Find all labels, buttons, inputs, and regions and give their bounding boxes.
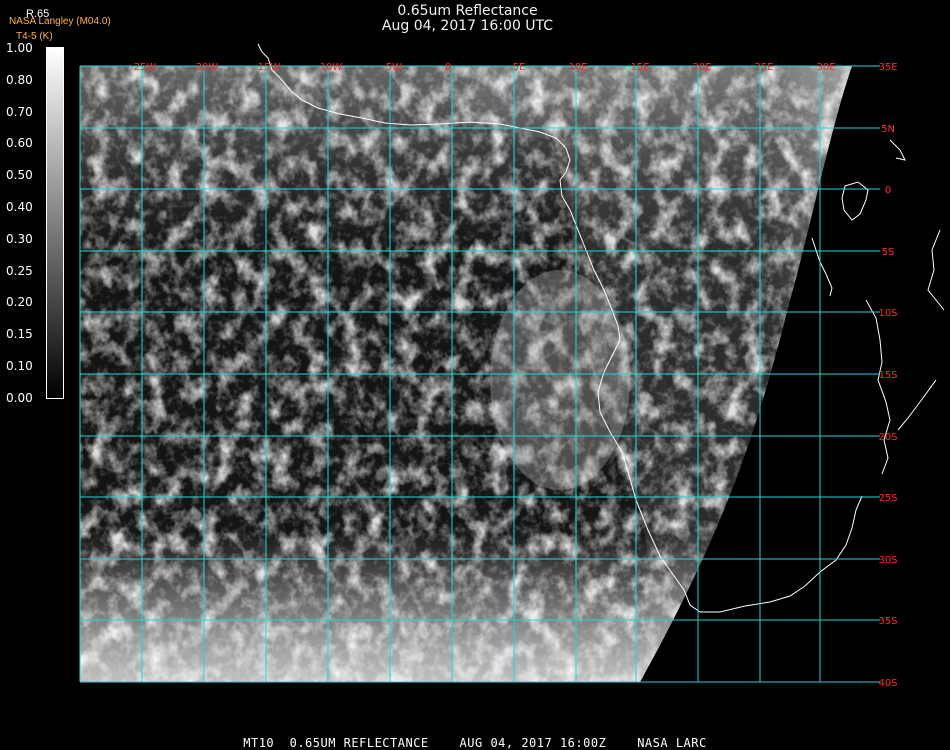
latitude-label: 35S (878, 616, 897, 627)
colorbar-tick: 0.80 (6, 72, 33, 87)
colorbar-tick: 0.00 (6, 390, 33, 405)
east-edge-coast (927, 229, 945, 311)
producer-label: NASA Langley (M04.0) (9, 16, 111, 27)
longitude-label: 10W (320, 62, 343, 73)
latitude-label: 0 (885, 185, 891, 196)
longitude-label: 5W (386, 62, 402, 73)
reflectance-colorbar (46, 47, 64, 399)
latitude-label: 30S (878, 555, 897, 566)
image-timestamp: Aug 04, 2017 16:00 UTC (381, 18, 554, 34)
longitude-label: 0 (445, 62, 451, 73)
longitude-label: 15E (630, 62, 649, 73)
lake-victoria-outline (811, 237, 833, 297)
earth-disk (80, 66, 852, 682)
latitude-label: 10S (878, 308, 897, 319)
colorbar-tick: 0.60 (6, 136, 33, 151)
longitude-label: 20E (692, 62, 711, 73)
latitude-label: 20S (878, 432, 897, 443)
longitude-label: 15W (258, 62, 281, 73)
latitude-label: 25S (878, 493, 897, 504)
longitude-label: 25E (754, 62, 773, 73)
image-title: 0.65um Reflectance (397, 3, 538, 19)
mozambique-channel-coast (865, 299, 891, 475)
satellite-image-panel: 25W 20W 15W 10W 5W 0 5E 10E 15E 20E 25E 30E 35E 5N 0 5… (0, 0, 950, 750)
colorbar-tick: 0.40 (6, 200, 33, 214)
colorbar-tick: 0.10 (6, 359, 33, 373)
longitude-label: 25W (134, 62, 157, 73)
colorbar-tick: 0.30 (6, 231, 33, 246)
latitude-label: 5N (881, 124, 895, 135)
longitude-label: 10E (568, 62, 587, 73)
madagascar-coast (841, 181, 869, 221)
longitude-label: 20W (196, 62, 219, 73)
colorbar-tick: 0.70 (6, 104, 33, 119)
east-coast-fragment (889, 139, 906, 161)
colorbar-tick: 0.25 (6, 263, 33, 278)
latitude-label: 15S (878, 370, 897, 381)
latitude-label: 5S (882, 247, 895, 258)
colorbar-tick: 0.50 (6, 168, 33, 183)
latitude-labels: 35E 5N 0 5S 10S 15S 20S 25S 30S 35S 40S (878, 62, 897, 689)
longitude-label: 5E (513, 62, 526, 73)
colorbar-tick: 1.00 (6, 41, 33, 55)
footer-caption: MT10 0.65UM REFLECTANCE AUG 04, 2017 16:… (243, 736, 707, 750)
latitude-label: 40S (878, 678, 897, 689)
longitude-label: 30E (816, 62, 835, 73)
reflectance-map: 25W 20W 15W 10W 5W 0 5E 10E 15E 20E 25E 30E 35E 5N 0 5… (79, 43, 945, 689)
far-east-coast (897, 379, 937, 431)
latitude-label: 35E (878, 62, 897, 73)
colorbar-tick: 0.15 (6, 327, 33, 342)
colorbar-tick: 0.20 (6, 295, 33, 310)
